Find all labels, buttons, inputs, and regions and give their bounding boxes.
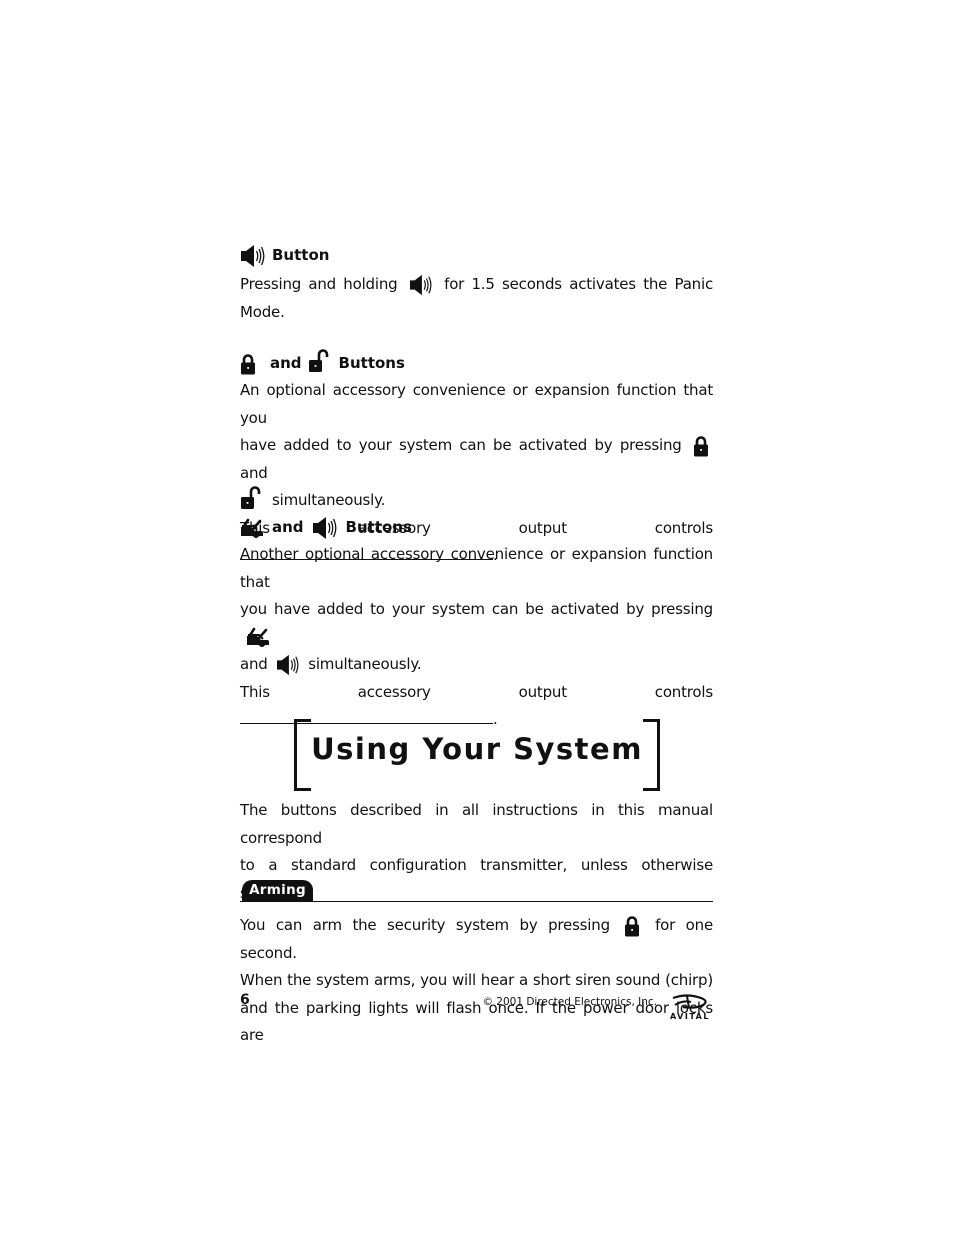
chapter-title: Using Your System bbox=[311, 732, 643, 766]
body-text: and simultaneously. bbox=[240, 651, 713, 679]
section-heading: Button bbox=[240, 242, 713, 269]
section-heading: and Buttons bbox=[240, 514, 713, 541]
arming-tab-label: Arming bbox=[242, 880, 313, 902]
page-footer: 6 © 2001 Directed Electronics, Inc. AVIT… bbox=[240, 992, 713, 1021]
right-bracket bbox=[643, 719, 660, 791]
trunk-icon bbox=[240, 517, 264, 539]
arming-section: You can arm the security system by press… bbox=[240, 912, 713, 1050]
lock-icon bbox=[693, 435, 709, 457]
page-number: 6 bbox=[240, 992, 250, 1008]
heading-label: Buttons bbox=[345, 518, 412, 536]
body-text: have added to your system can be activat… bbox=[240, 432, 713, 487]
heading-label: Button bbox=[272, 246, 330, 264]
unlock-icon bbox=[308, 349, 330, 373]
trunk-icon bbox=[246, 626, 270, 648]
speaker-icon bbox=[409, 274, 433, 296]
logo-mark-icon bbox=[672, 994, 707, 1009]
copyright-notice: © 2001 Directed Electronics, Inc. bbox=[482, 996, 657, 1008]
heading-and: and bbox=[270, 354, 302, 372]
avital-logo: AVITAL bbox=[667, 994, 713, 1021]
lock-icon bbox=[624, 915, 640, 937]
unlock-icon bbox=[240, 486, 262, 510]
speaker-icon bbox=[276, 654, 300, 676]
panic-button-section: Button Pressing and holding for 1.5 seco… bbox=[240, 242, 713, 326]
body-text: The buttons described in all instruction… bbox=[240, 801, 713, 847]
body-text: Another optional accessory convenience o… bbox=[240, 545, 713, 591]
lock-icon bbox=[240, 353, 256, 375]
body-text: you have added to your system can be act… bbox=[240, 596, 713, 651]
heading-and: and bbox=[272, 518, 304, 536]
body-text: An optional accessory convenience or exp… bbox=[240, 381, 713, 427]
arming-section-header: Arming bbox=[240, 877, 713, 902]
body-text: simultaneously. bbox=[240, 487, 713, 515]
speaker-icon bbox=[312, 516, 338, 540]
logo-text: AVITAL bbox=[670, 1012, 710, 1021]
body-text: Mode. bbox=[240, 302, 285, 321]
speaker-icon bbox=[240, 244, 266, 268]
heading-label: Buttons bbox=[338, 354, 405, 372]
body-text: When the system arms, you will hear a sh… bbox=[240, 971, 713, 989]
section-heading: and Buttons bbox=[240, 350, 713, 377]
body-text: Pressing and holding for 1.5 seconds act… bbox=[240, 271, 713, 299]
body-text: You can arm the security system by press… bbox=[240, 915, 713, 962]
trunk-panic-buttons-section: and Buttons Another optional accessory c… bbox=[240, 514, 713, 734]
chapter-title-block: Using Your System bbox=[294, 719, 660, 791]
